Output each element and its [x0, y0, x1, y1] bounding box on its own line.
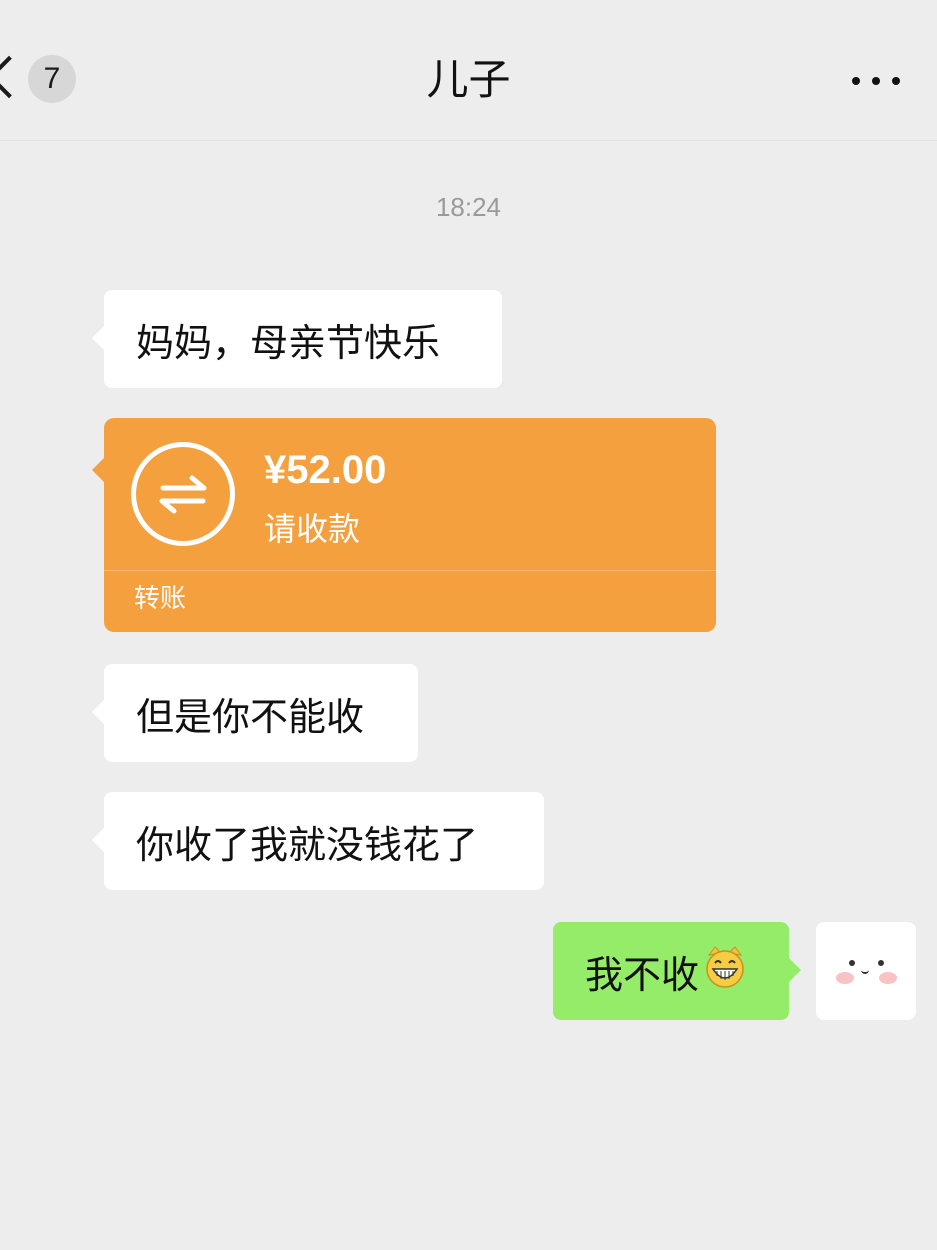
my-avatar[interactable] — [816, 922, 916, 1020]
transfer-status: 请收款 — [264, 510, 361, 548]
transfer-label: 转账 — [134, 584, 187, 614]
more-dot — [892, 77, 900, 85]
more-dot — [872, 77, 880, 85]
chat-title: 儿子 — [426, 55, 511, 104]
transfer-amount: ¥52.00 — [264, 448, 387, 492]
transfer-arrows-icon — [131, 442, 235, 546]
message-timestamp: 18:24 — [435, 192, 502, 222]
avatar-mouth — [861, 968, 869, 974]
avatar-eye — [849, 960, 855, 966]
outgoing-message[interactable]: 我不收 — [553, 922, 801, 1020]
grinning-cat-emoji-icon — [703, 945, 747, 998]
avatar-cheek — [879, 972, 897, 984]
avatar-eye — [878, 960, 884, 966]
chat-header: 7 儿子 — [0, 0, 937, 141]
avatar-cheek — [836, 972, 854, 984]
incoming-message[interactable]: 妈妈，母亲节快乐 — [92, 290, 502, 388]
incoming-message[interactable]: 但是你不能收 — [92, 664, 418, 762]
transfer-card[interactable]: ¥52.00 请收款 转账 — [92, 418, 716, 632]
transfer-divider — [104, 570, 716, 571]
more-options-button[interactable] — [850, 62, 902, 98]
outgoing-message-text: 我不收 — [585, 952, 700, 997]
incoming-message[interactable]: 你收了我就没钱花了 — [92, 792, 544, 890]
more-dots-icon — [852, 77, 860, 85]
